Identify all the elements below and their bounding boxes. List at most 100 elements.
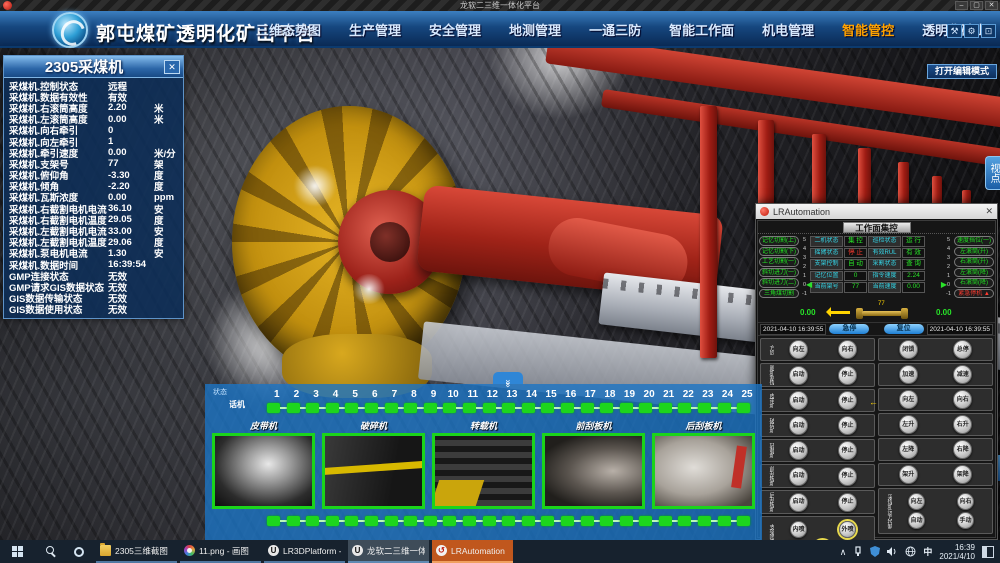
clock[interactable]: 16:39 2021/4/10 (939, 543, 975, 561)
round-button[interactable]: 向右 (838, 340, 857, 359)
program-button[interactable]: 记忆切割(上) (759, 236, 799, 246)
panel-close-button[interactable]: ✕ (164, 60, 180, 74)
estop-indicator[interactable]: 急停 (829, 324, 869, 334)
round-button[interactable]: 外喷 (839, 521, 856, 538)
security-shield-icon[interactable] (870, 546, 880, 557)
reset-indicator[interactable]: 复位 (884, 324, 924, 334)
program-button[interactable]: 工艺切割(一) (759, 257, 799, 267)
round-button[interactable]: 向右 (957, 493, 974, 510)
nav-item-7[interactable]: 智能管控 (842, 20, 894, 39)
nav-item-0[interactable]: 三维态势图 (256, 20, 321, 39)
taskbar-task[interactable]: ↺LRAutomation (432, 540, 513, 563)
lra-titlebar[interactable]: LRAutomation ✕ (756, 204, 997, 219)
status-label: 有效RUL (868, 248, 901, 259)
program-button[interactable]: 右滚筒(降) (954, 278, 994, 288)
round-button[interactable]: 自动 (908, 512, 925, 529)
round-button[interactable]: 总停 (953, 340, 972, 359)
status-row: 摇臂状态停 止有效RUL有 效 (810, 248, 943, 259)
round-button[interactable]: 向右 (953, 390, 972, 409)
program-button[interactable]: 速度挡位(一) (954, 236, 994, 246)
nav-item-2[interactable]: 安全管理 (429, 20, 481, 39)
camera-thumbnail[interactable] (652, 433, 755, 509)
open-edit-mode-button[interactable]: 打开编辑模式 (927, 64, 997, 79)
resize-icon[interactable]: ⊡ (981, 24, 996, 38)
round-button[interactable]: 启动 (789, 366, 808, 385)
status-square (443, 516, 456, 526)
round-button[interactable]: 左升 (899, 415, 918, 434)
nav-item-6[interactable]: 机电管理 (762, 20, 814, 39)
round-button[interactable]: 内喷 (790, 521, 807, 538)
ruler-tick: 4 (803, 246, 806, 252)
gear-icon[interactable]: ⚙ (964, 24, 979, 38)
round-button[interactable]: 停止 (838, 366, 857, 385)
round-button[interactable]: 向左 (899, 390, 918, 409)
program-button[interactable]: 左滚筒(升) (954, 247, 994, 257)
nav-item-1[interactable]: 生产管理 (349, 20, 401, 39)
tools-icon[interactable]: ⚒ (947, 24, 962, 38)
paint-icon (184, 545, 195, 556)
lra-close-button[interactable]: ✕ (985, 206, 993, 217)
status-square (365, 516, 378, 526)
round-button[interactable]: 启动 (789, 416, 808, 435)
round-button[interactable]: 闭锁 (899, 340, 918, 359)
nav-item-4[interactable]: 一通三防 (589, 20, 641, 39)
taskbar-task[interactable]: 11.png - 画图 (180, 540, 261, 563)
search-button[interactable] (34, 540, 66, 563)
ime-indicator[interactable]: 中 (923, 545, 932, 558)
status-label: 当前架号 (810, 282, 843, 293)
round-button[interactable]: 启动 (789, 441, 808, 460)
round-button[interactable]: 加速 (899, 365, 918, 384)
camera-thumbnail[interactable] (322, 433, 425, 509)
round-button[interactable]: 停止 (838, 467, 857, 486)
program-button[interactable]: 右滚筒(升) (954, 257, 994, 267)
close-button[interactable]: ✕ (985, 1, 998, 10)
maximize-button[interactable]: ▢ (970, 1, 983, 10)
taskbar-task[interactable]: U龙软二三维一体化... (348, 540, 429, 563)
program-button[interactable]: 三角煤切割 (759, 289, 799, 299)
taskbar-task[interactable]: 2305三维截图 (96, 540, 177, 563)
round-button[interactable]: 停止 (838, 493, 857, 512)
round-button-label: 右升 (957, 422, 969, 428)
network-globe-icon[interactable] (905, 546, 916, 557)
round-button[interactable]: 向左 (908, 493, 925, 510)
support-number: 6 (365, 389, 385, 400)
minimize-button[interactable]: – (955, 1, 968, 10)
nav-item-5[interactable]: 智能工作面 (669, 20, 734, 39)
round-button[interactable]: 右降 (953, 440, 972, 459)
round-button[interactable]: 手动 (957, 512, 974, 529)
round-button[interactable]: 启动 (789, 467, 808, 486)
row-value: 2.20 (108, 102, 154, 113)
speaker-icon[interactable] (887, 546, 898, 557)
viewpoint-tab[interactable]: 视点 (985, 156, 1000, 190)
round-button[interactable]: 启动 (789, 493, 808, 512)
workface-control-tab[interactable]: 工作面集控 (843, 222, 911, 233)
program-button[interactable]: 记忆切割(下) (759, 247, 799, 257)
cortana-button[interactable] (66, 540, 92, 563)
round-button[interactable]: 启动 (789, 391, 808, 410)
collapse-panel-button[interactable]: »» (493, 372, 523, 384)
program-button[interactable]: 斜切进刀(二) (759, 278, 799, 288)
round-button[interactable]: 向左 (789, 340, 808, 359)
program-button[interactable]: 斜切进刀(一) (759, 268, 799, 278)
taskbar-task[interactable]: ULR3DPlatform - U... (264, 540, 345, 563)
camera-thumbnail[interactable] (542, 433, 645, 509)
round-button[interactable]: 停止 (838, 441, 857, 460)
round-button[interactable]: 架升 (899, 465, 918, 484)
round-button-label: 向右 (841, 347, 853, 353)
usb-device-icon[interactable] (853, 546, 863, 557)
square-connector (613, 407, 620, 409)
tray-chevron-icon[interactable]: ∧ (840, 547, 847, 557)
nav-item-3[interactable]: 地测管理 (509, 20, 561, 39)
round-button[interactable]: 架降 (953, 465, 972, 484)
program-button[interactable]: 左滚筒(降) (954, 268, 994, 278)
round-button[interactable]: 停止 (838, 391, 857, 410)
camera-thumbnail[interactable] (212, 433, 315, 509)
start-button[interactable] (0, 540, 34, 563)
camera-thumbnail[interactable] (432, 433, 535, 509)
round-button[interactable]: 停止 (838, 416, 857, 435)
round-button[interactable]: 减速 (953, 365, 972, 384)
action-center-icon[interactable] (982, 546, 994, 558)
round-button[interactable]: 右升 (953, 415, 972, 434)
emergency-stop-button[interactable]: 紧急停机 ▲ (954, 289, 994, 299)
round-button[interactable]: 左降 (899, 440, 918, 459)
